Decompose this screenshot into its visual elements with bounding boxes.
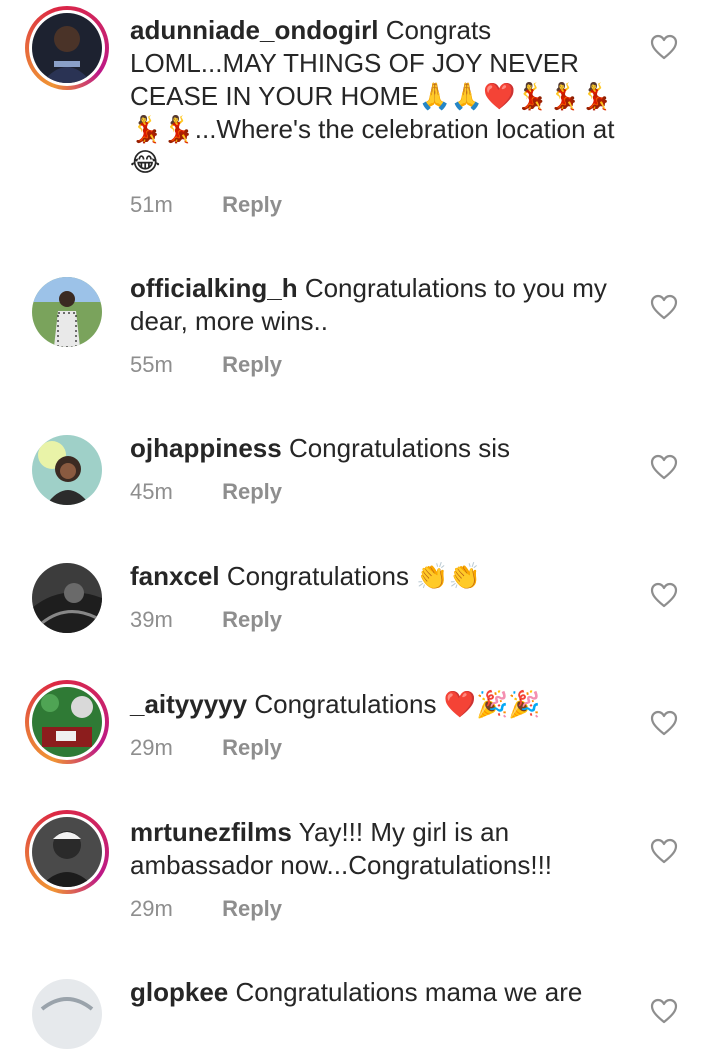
avatar-story-ring[interactable] [25,810,109,894]
heart-icon[interactable] [650,454,678,480]
reply-button[interactable]: Reply [222,896,282,921]
avatar[interactable] [32,435,102,505]
comment-username[interactable]: officialking_h [130,273,298,303]
avatar[interactable] [32,13,102,83]
heart-icon[interactable] [650,710,678,736]
comment-time: 55m [130,352,173,377]
reply-button[interactable]: Reply [222,735,282,760]
comment-time: 29m [130,735,173,760]
comment-time: 51m [130,192,173,217]
comment-username[interactable]: adunniade_ondogirl [130,15,378,45]
avatar-story-ring[interactable] [25,680,109,764]
comment-username[interactable]: _aityyyyy [130,689,247,719]
heart-icon[interactable] [650,294,678,320]
reply-button[interactable]: Reply [222,192,282,217]
avatar-wrapper[interactable] [25,270,109,354]
avatar-wrapper[interactable] [25,428,109,512]
heart-icon[interactable] [650,582,678,608]
avatar[interactable] [32,979,102,1049]
comment-time: 45m [130,479,173,504]
comment-username[interactable]: fanxcel [130,561,220,591]
comment-time: 39m [130,607,173,632]
heart-icon[interactable] [650,838,678,864]
avatar[interactable] [32,817,102,887]
comment-username[interactable]: ojhappiness [130,433,282,463]
heart-icon[interactable] [650,998,678,1024]
comment-username[interactable]: glopkee [130,977,228,1007]
avatar[interactable] [32,687,102,757]
comment-text: Congratulations sis [288,433,511,463]
avatar[interactable] [32,277,102,347]
avatar-wrapper[interactable] [25,972,109,1056]
avatar[interactable] [32,563,102,633]
heart-icon[interactable] [650,34,678,60]
reply-button[interactable]: Reply [222,352,282,377]
avatar-wrapper[interactable] [25,556,109,640]
reply-button[interactable]: Reply [222,479,282,504]
comment-username[interactable]: mrtunezfilms [130,817,292,847]
comment-text: Congratulations ❤️🎉🎉 [254,689,541,719]
comment-text: Congratulations mama we are [235,977,583,1007]
comment-time: 29m [130,896,173,921]
comment-text: Congratulations 👏👏 [226,561,481,591]
avatar-story-ring[interactable] [25,6,109,90]
reply-button[interactable]: Reply [222,607,282,632]
